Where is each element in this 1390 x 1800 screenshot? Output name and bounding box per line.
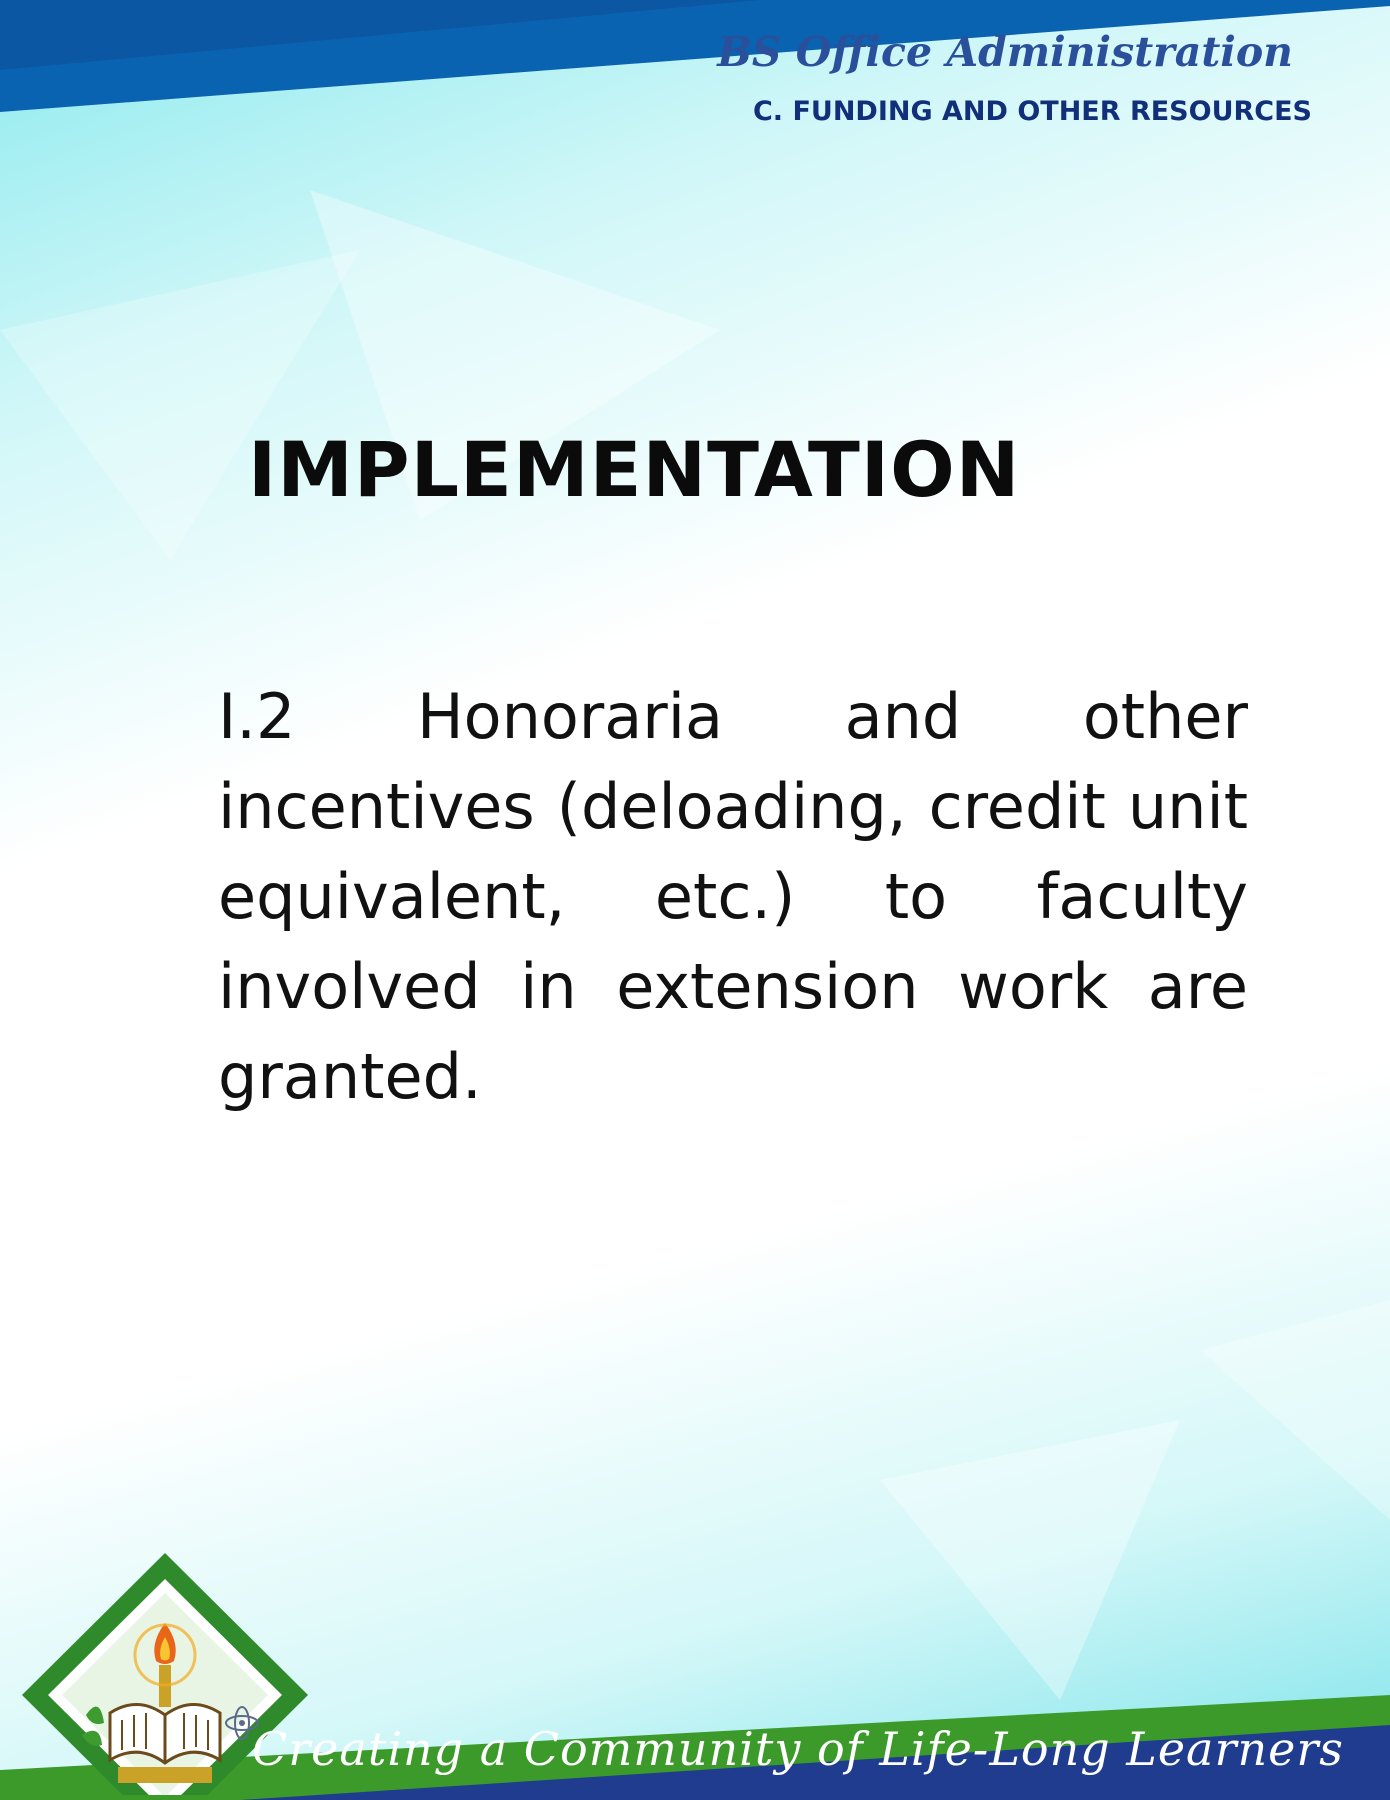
section-title: C. FUNDING AND OTHER RESOURCES bbox=[752, 96, 1312, 127]
body-paragraph: I.2 Honoraria and other incentives (delo… bbox=[218, 680, 1248, 1113]
footer-tagline: Creating a Community of Life-Long Learne… bbox=[252, 1722, 1344, 1776]
program-title: BS Office Administration bbox=[717, 28, 1293, 76]
page-heading: IMPLEMENTATION bbox=[248, 425, 1021, 514]
